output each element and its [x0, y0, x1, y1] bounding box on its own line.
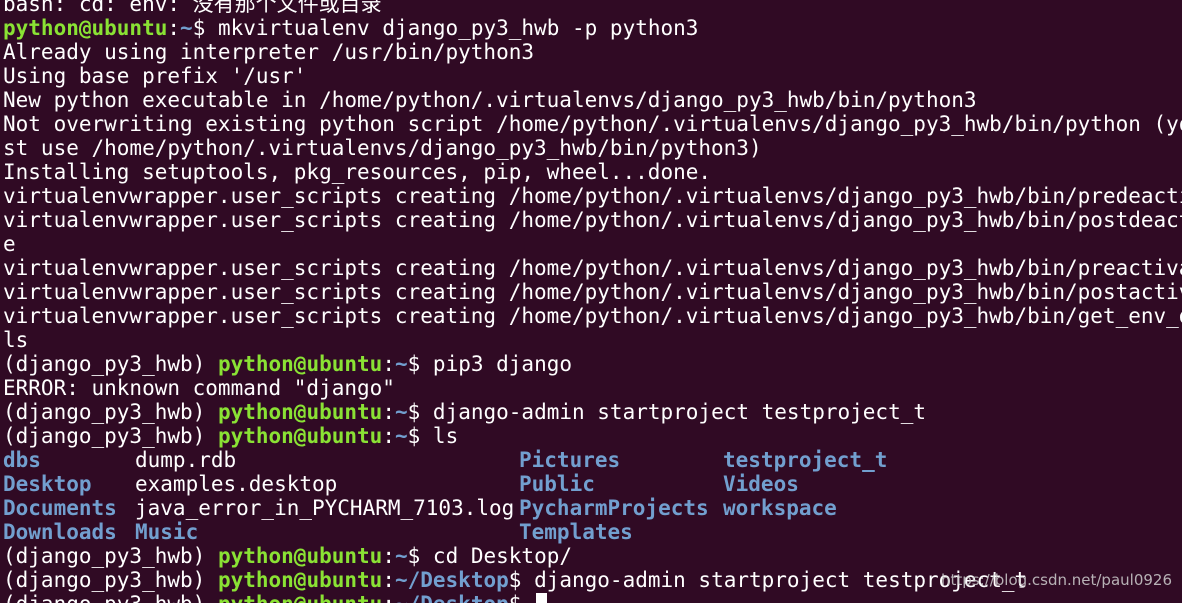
- ls-output-row: Downloads Music Templates: [3, 520, 1182, 544]
- ls-entry-directory: [723, 520, 923, 544]
- ls-entry-directory: Templates: [519, 520, 633, 544]
- output-text: virtualenvwrapper.user_scripts creating …: [3, 280, 1182, 304]
- ls-entry-directory: Desktop: [3, 472, 92, 496]
- ls-output-row: Documents java_error_in_PYCHARM_7103.log…: [3, 496, 1182, 520]
- prompt-path: ~: [394, 544, 408, 568]
- ls-entry-directory: Pictures: [519, 448, 621, 472]
- terminal-line: ls: [3, 328, 1182, 352]
- prompt-path: ~: [394, 424, 408, 448]
- terminal-line: virtualenvwrapper.user_scripts creating …: [3, 208, 1182, 232]
- prompt-separator: :: [167, 16, 181, 40]
- terminal-line: New python executable in /home/python/.v…: [3, 88, 1182, 112]
- terminal-line: virtualenvwrapper.user_scripts creating …: [3, 184, 1182, 208]
- output-text: bash: cd: env: 没有那个文件或目录: [3, 0, 382, 16]
- ls-entry-directory: Downloads: [3, 520, 117, 544]
- active-prompt-line[interactable]: (django_py3_hwb) python@ubuntu:~/Desktop…: [3, 592, 1182, 603]
- output-text: Not overwriting existing python script /…: [3, 112, 1182, 136]
- command-text: pip3 django: [432, 352, 572, 376]
- prompt-symbol: $: [508, 568, 535, 592]
- prompt-symbol: $: [192, 16, 218, 40]
- ls-entry-file: dump.rdb: [135, 448, 237, 472]
- ls-entry-directory: workspace: [723, 496, 837, 520]
- prompt-env: (django_py3_hwb): [3, 400, 218, 424]
- prompt-line: (django_py3_hwb) python@ubuntu:~$ ls: [3, 424, 1182, 448]
- prompt-path: ~/Desktop: [395, 592, 509, 603]
- prompt-line: python@ubuntu:~$ mkvirtualenv django_py3…: [3, 16, 1182, 40]
- prompt-path: ~/Desktop: [394, 568, 509, 592]
- terminal-line: Using base prefix '/usr': [3, 64, 1182, 88]
- terminal-line: virtualenvwrapper.user_scripts creating …: [3, 256, 1182, 280]
- output-text: virtualenvwrapper.user_scripts creating …: [3, 256, 1182, 280]
- prompt-separator: :: [382, 568, 395, 592]
- prompt-env: (django_py3_hwb): [3, 424, 218, 448]
- output-text: virtualenvwrapper.user_scripts creating …: [3, 304, 1182, 328]
- terminal-line: virtualenvwrapper.user_scripts creating …: [3, 304, 1182, 328]
- terminal-output: bash: cd: env: 没有那个文件或目录 python@ubuntu:~…: [3, 0, 1182, 603]
- prompt-separator: :: [382, 352, 395, 376]
- prompt-symbol: $: [407, 352, 433, 376]
- prompt-env: (django_py3_hwb): [3, 592, 218, 603]
- prompt-env: (django_py3_hwb): [3, 352, 218, 376]
- ls-entry-file: java_error_in_PYCHARM_7103.log: [135, 496, 515, 520]
- terminal-line: st use /home/python/.virtualenvs/django_…: [3, 136, 1182, 160]
- output-text: Already using interpreter /usr/bin/pytho…: [3, 40, 535, 64]
- prompt-line: (django_py3_hwb) python@ubuntu:~$ django…: [3, 400, 1182, 424]
- prompt-user-host: python@ubuntu: [218, 592, 382, 603]
- prompt-path: ~: [394, 400, 408, 424]
- output-text: virtualenvwrapper.user_scripts creating …: [3, 184, 1182, 208]
- prompt-user-host: python@ubuntu: [3, 16, 168, 40]
- prompt-env: (django_py3_hwb): [3, 544, 218, 568]
- output-text: New python executable in /home/python/.v…: [3, 88, 977, 112]
- terminal-line: Installing setuptools, pkg_resources, pi…: [3, 160, 1182, 184]
- prompt-separator: :: [382, 544, 395, 568]
- prompt-env: (django_py3_hwb): [3, 568, 218, 592]
- terminal-window[interactable]: bash: cd: env: 没有那个文件或目录 python@ubuntu:~…: [0, 0, 1182, 603]
- text-cursor[interactable]: [536, 593, 548, 603]
- command-text: mkvirtualenv django_py3_hwb -p python3: [217, 16, 699, 40]
- error-text: ERROR: unknown command "django": [3, 376, 395, 400]
- prompt-separator: :: [382, 424, 395, 448]
- ls-entry-directory: dbs: [3, 448, 41, 472]
- terminal-line: bash: cd: env: 没有那个文件或目录: [3, 0, 1182, 16]
- terminal-line: Already using interpreter /usr/bin/pytho…: [3, 40, 1182, 64]
- prompt-path: ~: [394, 352, 408, 376]
- prompt-user-host: python@ubuntu: [217, 568, 383, 592]
- output-text: st use /home/python/.virtualenvs/django_…: [3, 136, 762, 160]
- ls-output-row: dbs dump.rdb Pictures testproject_t: [3, 448, 1182, 472]
- prompt-user-host: python@ubuntu: [217, 352, 383, 376]
- ls-entry-directory: Public: [519, 472, 595, 496]
- prompt-user-host: python@ubuntu: [217, 544, 383, 568]
- terminal-line: Not overwriting existing python script /…: [3, 112, 1182, 136]
- prompt-symbol: $: [407, 424, 433, 448]
- ls-entry-directory: Music: [135, 520, 199, 544]
- output-text: e: [3, 232, 16, 256]
- prompt-line: (django_py3_hwb) python@ubuntu:~$ pip3 d…: [3, 352, 1182, 376]
- output-text: Installing setuptools, pkg_resources, pi…: [3, 160, 712, 184]
- prompt-separator: :: [382, 592, 395, 603]
- watermark: https://blog.csdn.net/paul0926: [940, 571, 1172, 589]
- prompt-line: (django_py3_hwb) python@ubuntu:~$ cd Des…: [3, 544, 1182, 568]
- ls-entry-directory: PycharmProjects: [519, 496, 709, 520]
- prompt-symbol: $: [509, 592, 534, 603]
- ls-entry-directory: Documents: [3, 496, 117, 520]
- command-text: django-admin startproject testproject_t: [432, 400, 927, 424]
- command-text: cd Desktop/: [432, 544, 572, 568]
- prompt-path: ~: [180, 16, 193, 40]
- ls-entry-file: examples.desktop: [135, 472, 338, 496]
- ls-entry-directory: Videos: [723, 472, 799, 496]
- ls-entry-directory: testproject_t: [723, 448, 888, 472]
- terminal-line: virtualenvwrapper.user_scripts creating …: [3, 280, 1182, 304]
- prompt-separator: :: [382, 400, 395, 424]
- prompt-user-host: python@ubuntu: [217, 424, 383, 448]
- output-text: Using base prefix '/usr': [3, 64, 307, 88]
- terminal-line: e: [3, 232, 1182, 256]
- ls-output-row: Desktop examples.desktop Public Videos: [3, 472, 1182, 496]
- prompt-symbol: $: [407, 400, 433, 424]
- output-text: ls: [3, 328, 29, 352]
- prompt-symbol: $: [407, 544, 433, 568]
- prompt-user-host: python@ubuntu: [217, 400, 383, 424]
- output-text: virtualenvwrapper.user_scripts creating …: [3, 208, 1182, 232]
- terminal-line: ERROR: unknown command "django": [3, 376, 1182, 400]
- command-text: ls: [432, 424, 459, 448]
